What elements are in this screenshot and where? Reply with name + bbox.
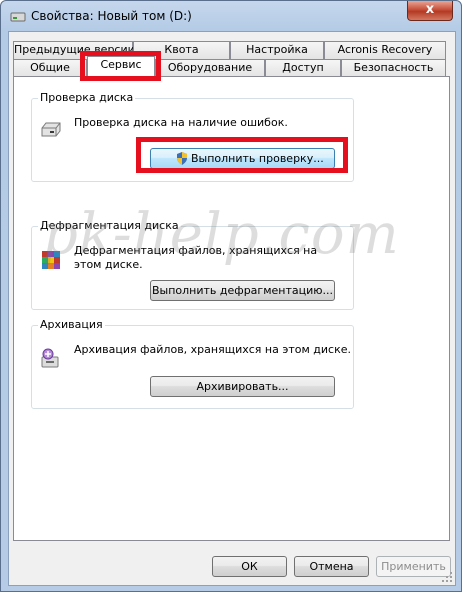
backup-now-button[interactable]: Архивировать... bbox=[150, 376, 335, 397]
backup-group: Архивация Архивация файлов, хранящихся н… bbox=[31, 318, 354, 409]
group-title-check: Проверка диска bbox=[38, 91, 136, 104]
tab-sharing[interactable]: Доступ bbox=[265, 59, 341, 77]
drive-icon bbox=[10, 12, 26, 22]
tab-security[interactable]: Безопасность bbox=[341, 59, 446, 77]
group-title-backup: Архивация bbox=[38, 318, 105, 331]
check-description: Проверка диска на наличие ошибок. bbox=[74, 116, 288, 129]
defragment-now-button[interactable]: Выполнить дефрагментацию... bbox=[150, 280, 335, 301]
tab-acronis-recovery[interactable]: Acronis Recovery bbox=[324, 41, 446, 59]
tab-general[interactable]: Общие bbox=[13, 59, 87, 77]
dialog-client: Предыдущие версии Квота Настройка Acroni… bbox=[8, 31, 456, 586]
drive-icon bbox=[41, 122, 61, 137]
backup-icon bbox=[41, 348, 59, 368]
watermark: pk-help.com bbox=[42, 202, 400, 267]
tab-customize[interactable]: Настройка bbox=[230, 41, 324, 59]
window-title: Свойства: Новый том (D:) bbox=[31, 9, 192, 23]
cancel-button[interactable]: Отмена bbox=[294, 556, 369, 577]
highlight-box-check-button bbox=[136, 137, 348, 173]
properties-window: Свойства: Новый том (D:) x Предыдущие ве… bbox=[0, 0, 462, 592]
title-bar[interactable]: Свойства: Новый том (D:) x bbox=[1, 1, 461, 31]
highlight-box-tools-tab bbox=[80, 51, 161, 81]
apply-button[interactable]: Применить bbox=[376, 556, 451, 577]
backup-description: Архивация файлов, хранящихся на этом дис… bbox=[74, 343, 352, 356]
ok-button[interactable]: ОК bbox=[212, 556, 287, 577]
close-button[interactable]: x bbox=[407, 1, 453, 21]
tab-hardware[interactable]: Оборудование bbox=[155, 59, 265, 77]
resize-grip-icon[interactable] bbox=[441, 571, 453, 583]
